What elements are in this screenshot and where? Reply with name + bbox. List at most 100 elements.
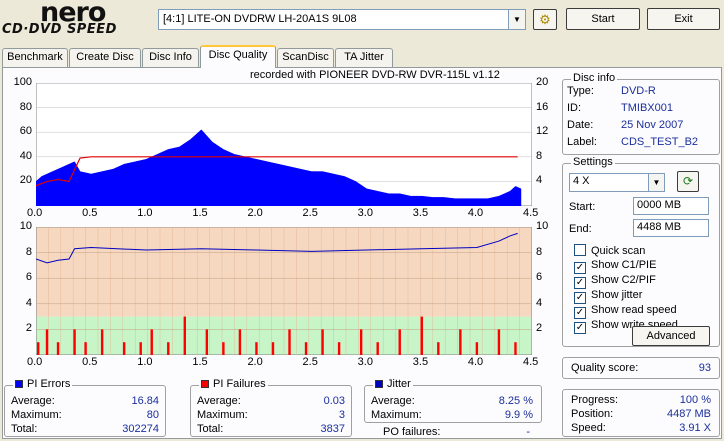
x-tick-label: 1.0 [137,207,153,219]
x-tick-label: 1.5 [192,207,208,219]
top-chart-x-axis: 0.0 0.5 1.0 1.5 2.0 2.5 3.0 3.5 4.0 4.5 [27,207,550,221]
pif-bar [304,342,308,355]
pif-bar [84,342,87,355]
pif-bar [514,342,517,355]
pif-bar [398,329,401,355]
show-c2-pif-label: Show C2/PIF [591,274,656,286]
y2-tick-label: 8 [536,149,543,162]
disc-id-value: TMIBX001 [621,102,673,114]
x-tick-label: 3.5 [412,356,429,368]
recorded-with-caption: recorded with PIONEER DVD-RW DVR-115L v1… [250,69,500,81]
pif-bar [359,329,363,355]
checkmark-icon[interactable]: ✓ [574,322,586,334]
speed-select[interactable]: 4 X ▼ [569,173,665,192]
bottom-chart-left-axis: 2 4 6 8 10 [0,220,36,360]
pif-bar [73,329,76,355]
pif-maximum-value: 3 [338,409,345,421]
y-tick-label: 40 [19,149,32,162]
end-input[interactable]: 4488 MB [633,219,709,237]
y-tick-label: 60 [19,125,32,138]
tab-create-disc[interactable]: Create Disc [69,48,141,67]
y2-tick-label: 6 [536,271,543,284]
x-tick-label: 3.5 [412,207,429,219]
show-read-speed-checkbox[interactable]: ✓ Show read speed [574,304,677,319]
refresh-speeds-button[interactable]: ⟳ [677,171,699,192]
progress-value: 100 % [679,394,711,406]
pif-bar [238,329,242,355]
pif-bar [497,329,501,355]
checkmark-icon[interactable]: ✓ [574,262,586,274]
top-chart-right-axis: 4 8 12 16 20 [534,76,558,216]
disc-date-label: Date: [567,119,594,131]
show-c2-pif-checkbox[interactable]: ✓ Show C2/PIF [574,274,656,289]
refresh-icon: ⟳ [682,174,694,188]
x-tick-label: 1.5 [192,356,208,368]
pif-bar [139,342,142,355]
pif-bar [167,342,170,355]
y-tick-label: 2 [25,322,32,335]
show-jitter-checkbox[interactable]: ✓ Show jitter [574,289,642,304]
exit-button[interactable]: Exit [647,8,720,30]
jitter-average-value: 8.25 % [498,395,533,407]
checkmark-icon[interactable]: ✓ [574,277,586,289]
pi-failures-legend: PI Failures [199,378,268,390]
checkmark-icon[interactable]: ✓ [574,292,586,304]
start-label: Start: [569,201,596,213]
progress-label: Progress: [571,394,619,406]
disc-type-value: DVD-R [621,85,656,97]
y-tick-label: 4 [25,296,32,309]
pi-failures-chart [36,227,532,355]
tab-ta-jitter[interactable]: TA Jitter [335,48,393,67]
tab-scandisc[interactable]: ScanDisc [277,48,334,67]
quick-scan-checkbox[interactable]: Quick scan [574,244,645,257]
po-failures-value: - [526,426,530,438]
speed-value: 3.91 X [679,422,711,434]
checkmark-icon[interactable]: ✓ [574,307,586,319]
pi-errors-chart [36,83,532,206]
pif-bar [376,342,379,355]
jitter-maximum-label: Maximum: [371,409,422,421]
start-button[interactable]: Start [566,8,640,30]
disc-label-value: CDS_TEST_B2 [621,136,699,148]
position-value: 4487 MB [666,408,711,420]
pif-bar [288,329,291,355]
x-tick-label: 3.0 [357,356,373,368]
pif-bar [205,329,209,355]
position-label: Position: [571,408,614,420]
pif-average-value: 0.03 [323,395,345,407]
y2-tick-label: 16 [536,100,549,113]
start-input[interactable]: 0000 MB [633,197,709,215]
po-failures-label: PO failures: [383,426,441,438]
x-tick-label: 2.0 [247,356,263,368]
tab-benchmark[interactable]: Benchmark [2,48,68,67]
refresh-drive-button[interactable]: ⚙ [533,9,557,30]
pif-maximum-label: Maximum: [197,409,248,421]
x-tick-label: 2.5 [302,356,318,368]
end-label: End: [569,223,592,235]
y-tick-label: 10 [19,220,32,232]
pif-bar [45,329,49,355]
disc-date-value: 25 Nov 2007 [621,119,684,131]
y-tick-label: 80 [19,100,32,113]
pi-total-value: 302274 [122,423,159,435]
chevron-down-icon[interactable]: ▼ [508,10,525,29]
jitter-color-swatch [375,380,383,389]
tab-disc-quality[interactable]: Disc Quality [200,45,276,68]
show-c1-pie-checkbox[interactable]: ✓ Show C1/PIE [574,259,656,274]
quick-scan-label: Quick scan [591,245,646,257]
pi-total-label: Total: [11,423,38,435]
pi-failures-group: PI Failures Average: 0.03 Maximum: 3 Tot… [190,378,352,437]
bottom-chart-x-axis: 0.0 0.5 1.0 1.5 2.0 2.5 3.0 3.5 4.0 4.5 [27,356,550,370]
y2-tick-label: 4 [536,174,543,187]
pi-maximum-value: 80 [146,409,159,421]
progress-group: Progress: 100 % Position: 4487 MB Speed:… [562,389,720,437]
chevron-down-icon[interactable]: ▼ [648,174,664,191]
tab-disc-info[interactable]: Disc Info [142,48,199,67]
quality-score-group: Quality score: 93 [562,357,720,379]
jitter-average-label: Average: [371,395,415,407]
quality-score-label: Quality score: [571,362,639,374]
pi-errors-group: PI Errors Average: 16.84 Maximum: 80 Tot… [4,378,166,437]
checkbox-box[interactable] [574,244,586,256]
drive-select[interactable]: [4:1] LITE-ON DVDRW LH-20A1S 9L08 ▼ [158,9,526,30]
advanced-button[interactable]: Advanced [632,326,710,346]
